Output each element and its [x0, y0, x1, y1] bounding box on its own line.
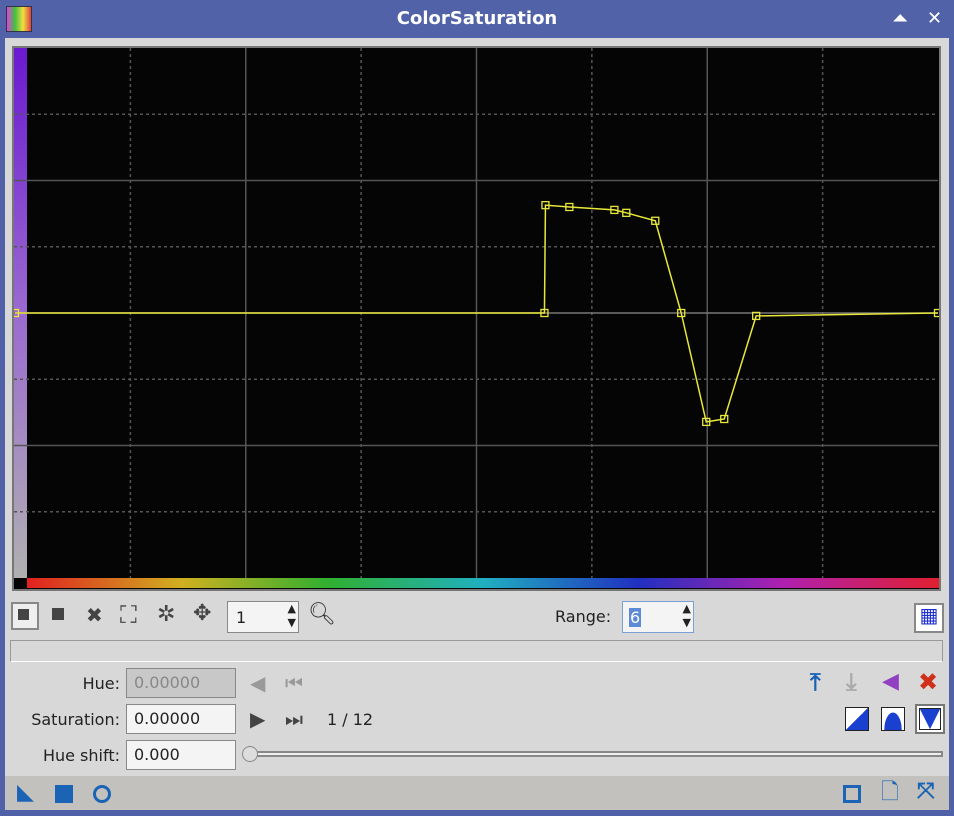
apply-global-icon[interactable] — [93, 785, 111, 803]
zoom-in-icon[interactable]: ⛶ — [120, 603, 137, 627]
saturation-input[interactable]: 0.00000 — [126, 704, 236, 734]
window-title: ColorSaturation — [396, 8, 558, 29]
close-button[interactable]: ✕ — [927, 8, 942, 29]
saturation-label: Saturation: — [31, 710, 120, 729]
edit-mode-icon[interactable] — [11, 602, 39, 630]
last-point-icon[interactable]: ⏭ — [285, 709, 303, 729]
select-mode-icon[interactable] — [52, 608, 64, 620]
curve-svg[interactable] — [14, 48, 939, 589]
hue-shift-slider[interactable] — [243, 751, 943, 757]
range-spinbox[interactable]: 6 ▲ ▼ — [622, 601, 694, 633]
store-icon[interactable]: ⤒ — [810, 670, 821, 694]
documentation-icon[interactable]: 🗋︎ — [881, 782, 899, 804]
zoom-spinbox[interactable]: 1 ▲ ▼ — [227, 601, 299, 633]
delete-mode-icon[interactable]: ✖ — [86, 605, 103, 625]
interpolation-akima-icon[interactable] — [845, 707, 869, 731]
invert-icon[interactable]: ◀ — [882, 671, 899, 693]
apply-icon[interactable] — [55, 785, 73, 803]
curve-graph[interactable] — [12, 46, 941, 591]
range-label: Range: — [555, 607, 612, 626]
reset-all-icon[interactable]: ⤧ — [917, 781, 935, 803]
title-bar: ColorSaturation ⏶ ✕ — [0, 0, 954, 38]
zoom-out-icon[interactable]: ✲ — [157, 604, 175, 626]
spin-arrows-icon[interactable]: ▲ ▼ — [683, 602, 691, 630]
next-point-icon[interactable]: ▶ — [250, 709, 265, 729]
zoom-fit-icon[interactable]: 🔍︎ — [308, 604, 336, 626]
hue-shift-input[interactable]: 0.000 — [126, 740, 236, 770]
interpolation-linear-icon[interactable] — [915, 704, 945, 734]
reset-icon[interactable]: ✖ — [918, 670, 938, 694]
interpolation-cubic-icon[interactable] — [881, 707, 905, 731]
range-value: 6 — [629, 608, 642, 627]
pan-icon[interactable]: ✥ — [193, 603, 211, 625]
preview-icon[interactable] — [843, 785, 861, 803]
grid-toggle-icon[interactable]: ▦ — [914, 603, 944, 633]
hue-scale-bar — [27, 578, 939, 588]
point-counter: 1 / 12 — [327, 710, 374, 729]
slider-handle[interactable] — [242, 746, 258, 762]
bottom-bar: ◣ 🗋︎ ⤧ — [5, 776, 949, 810]
hue-label: Hue: — [82, 674, 120, 693]
spin-arrows-icon[interactable]: ▲ ▼ — [288, 602, 296, 630]
restore-icon[interactable]: ⤓ — [846, 670, 857, 694]
hue-shift-label: Hue shift: — [42, 746, 120, 765]
previous-point-icon[interactable]: ◀ — [250, 673, 265, 693]
first-point-icon[interactable]: ⏮ — [285, 673, 303, 693]
hue-input[interactable]: 0.00000 — [126, 668, 236, 698]
new-instance-icon[interactable]: ◣ — [17, 782, 34, 804]
shade-button[interactable]: ⏶ — [893, 8, 907, 29]
info-bar — [10, 640, 943, 662]
zoom-value: 1 — [236, 608, 247, 627]
